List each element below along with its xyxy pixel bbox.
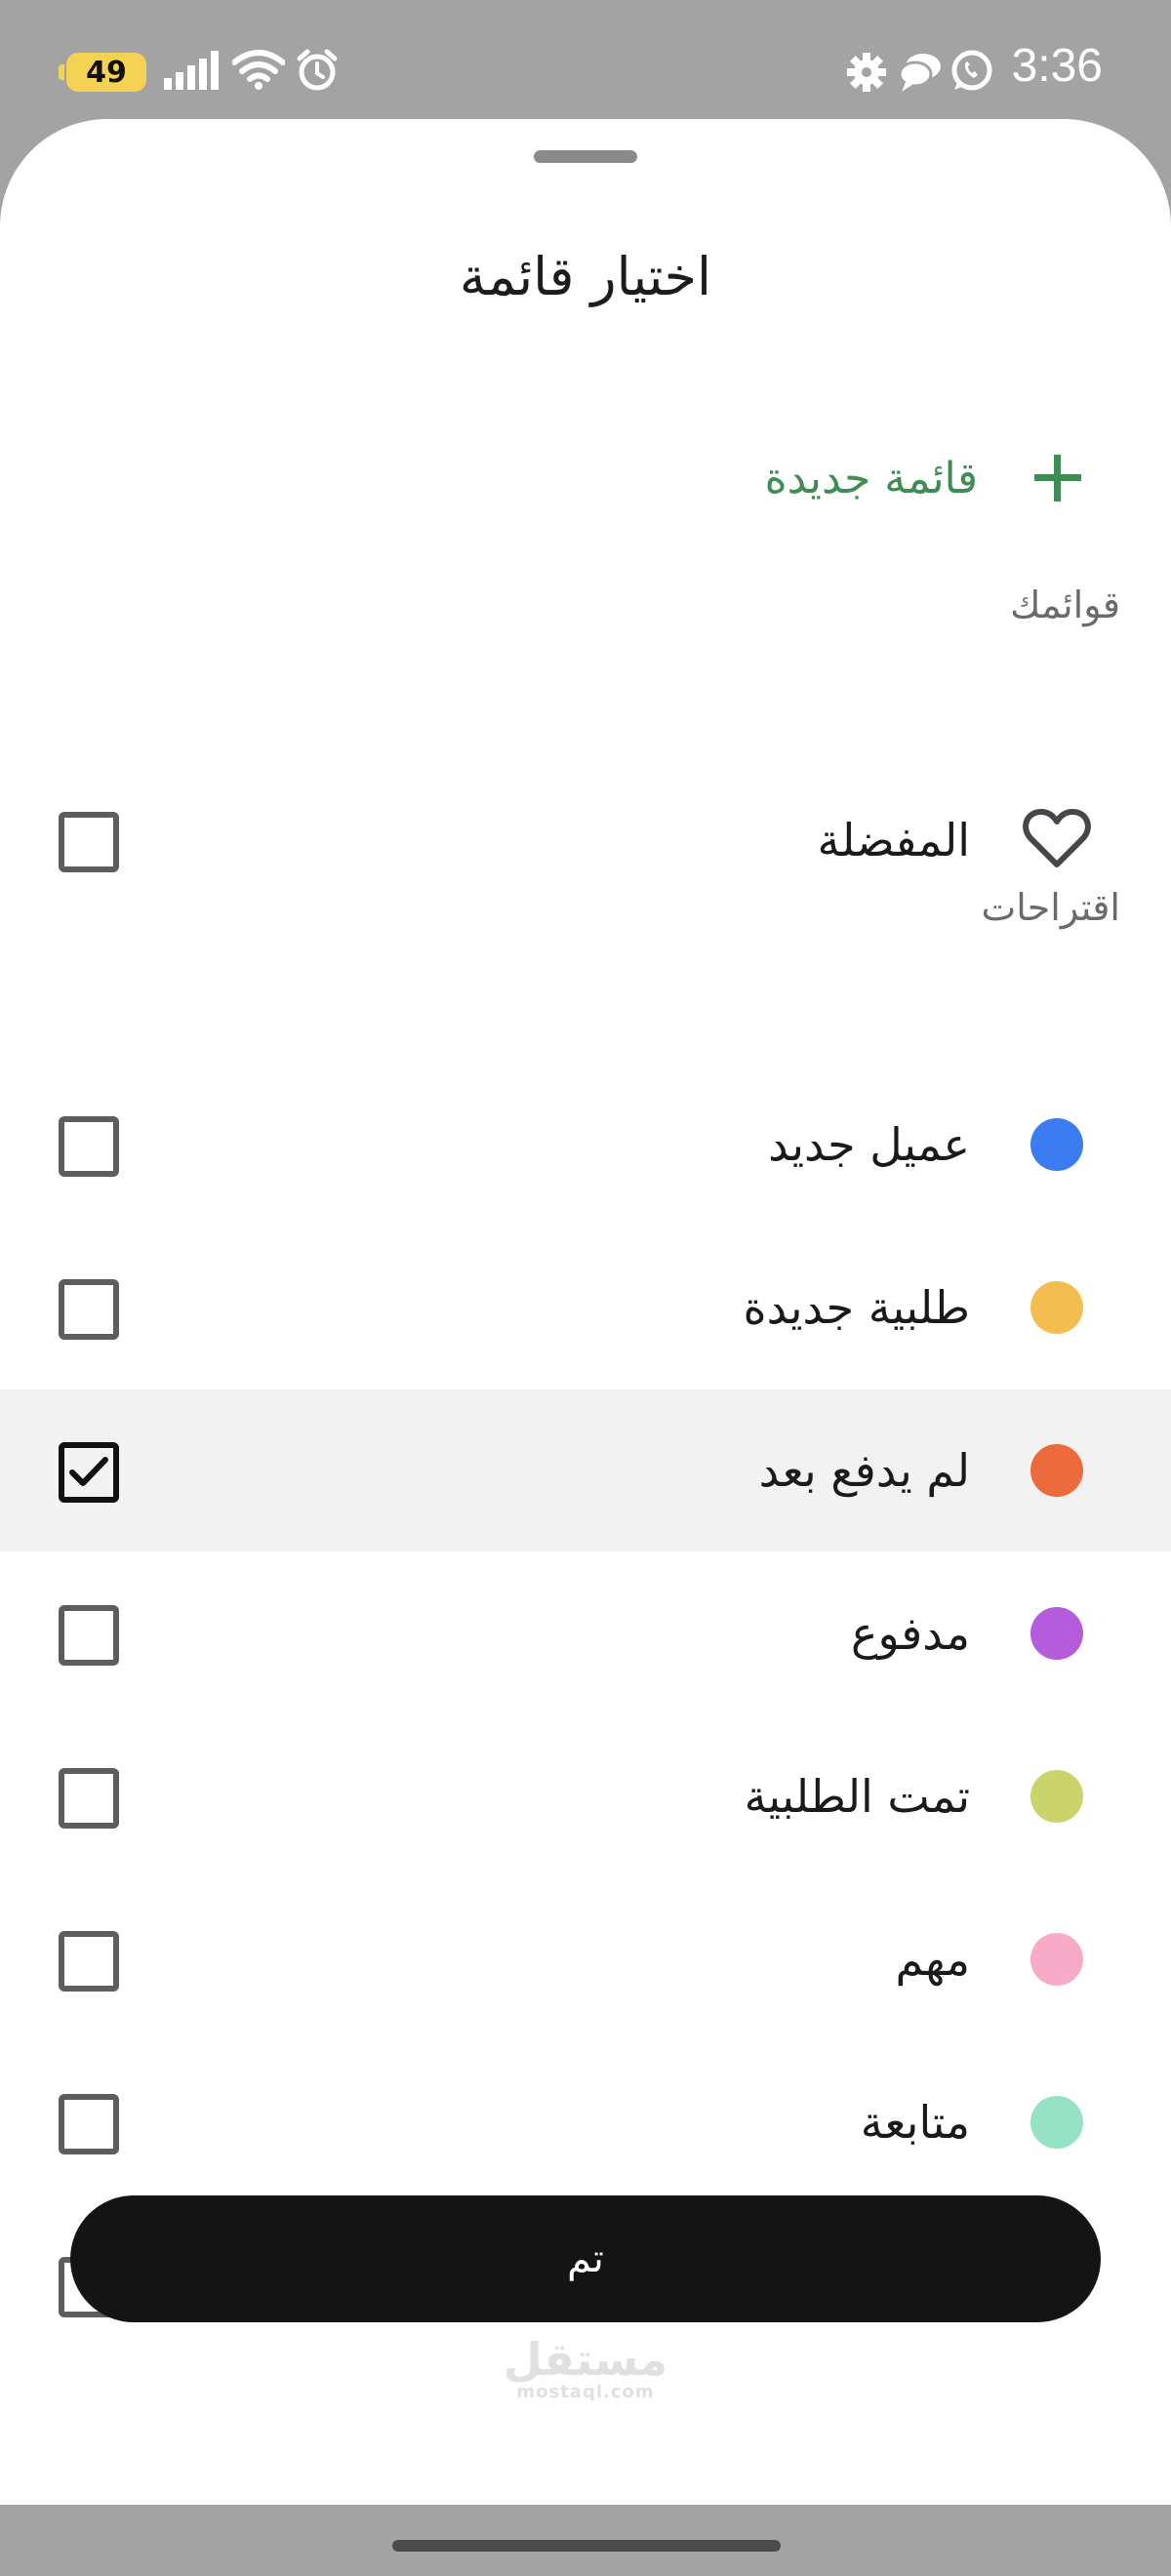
- list-item-not-paid[interactable]: لم يدفع بعد: [0, 1389, 1171, 1551]
- list-item-label: مهم: [895, 1933, 970, 1986]
- list-item-order-completed[interactable]: تمت الطلبية: [0, 1715, 1171, 1877]
- list-picker-sheet: اختيار قائمة قائمة جديدة قوائمك المفضلة …: [0, 119, 1171, 2505]
- checkbox[interactable]: [59, 1768, 119, 1829]
- color-dot: [1030, 1444, 1083, 1497]
- list-item-label: لم يدفع بعد: [758, 1444, 970, 1497]
- list-item-paid[interactable]: مدفوع: [0, 1552, 1171, 1714]
- clock: 3:36: [1011, 40, 1103, 92]
- whatsapp-icon: [949, 49, 993, 98]
- list-item-label: المفضلة: [817, 814, 970, 866]
- home-indicator[interactable]: [392, 2540, 781, 2552]
- list-item-follow-up[interactable]: متابعة: [0, 2041, 1171, 2203]
- heart-icon: [1023, 808, 1091, 874]
- new-list-label: قائمة جديدة: [764, 453, 978, 503]
- status-bar: 49 3:36: [0, 0, 1171, 117]
- done-button[interactable]: تم: [70, 2195, 1101, 2322]
- color-dot: [1030, 1281, 1083, 1334]
- list-item-label: عميل جديد: [768, 1118, 970, 1171]
- checkbox[interactable]: [59, 812, 119, 872]
- checkbox[interactable]: [59, 2094, 119, 2154]
- plus-icon: [1032, 453, 1083, 503]
- checkbox[interactable]: [59, 1279, 119, 1340]
- battery-level: 49: [86, 55, 127, 90]
- list-item-new-customer[interactable]: عميل جديد: [0, 1064, 1171, 1226]
- new-list-button[interactable]: قائمة جديدة: [595, 408, 1083, 548]
- color-dot: [1030, 1118, 1083, 1171]
- settings-icon: [845, 51, 888, 98]
- battery-indicator: 49: [59, 53, 146, 92]
- checkbox[interactable]: [59, 1116, 119, 1177]
- checkmark-icon: [69, 1456, 108, 1489]
- color-dot: [1030, 1607, 1083, 1660]
- watermark-url: mostaql.com: [516, 2382, 655, 2402]
- signal-icon: [164, 51, 221, 94]
- color-dot: [1030, 2096, 1083, 2149]
- checkbox[interactable]: [59, 1931, 119, 1992]
- watermark-logo: مستقل: [503, 2333, 668, 2386]
- list-item-label: طلبية جديدة: [743, 1281, 970, 1334]
- your-lists-heading: قوائمك: [1010, 584, 1120, 626]
- chat-bubble-icon: [898, 51, 943, 98]
- checkbox-checked[interactable]: [59, 1442, 119, 1503]
- navigation-bar: [0, 2505, 1171, 2576]
- color-dot: [1030, 1770, 1083, 1823]
- wifi-icon: [231, 49, 286, 94]
- list-item-label: تمت الطلبية: [744, 1770, 970, 1823]
- list-item-label: مدفوع: [851, 1607, 970, 1660]
- drag-handle[interactable]: [534, 150, 637, 163]
- sheet-title: اختيار قائمة: [459, 246, 712, 307]
- color-dot: [1030, 1933, 1083, 1986]
- list-item-label: متابعة: [860, 2096, 970, 2149]
- checkbox[interactable]: [59, 1605, 119, 1666]
- alarm-icon: [296, 49, 339, 96]
- list-item-new-order[interactable]: طلبية جديدة: [0, 1227, 1171, 1389]
- suggestions-heading: اقتراحات: [981, 886, 1120, 929]
- watermark: مستقل mostaql.com: [0, 2337, 1171, 2402]
- list-item-important[interactable]: مهم: [0, 1878, 1171, 2040]
